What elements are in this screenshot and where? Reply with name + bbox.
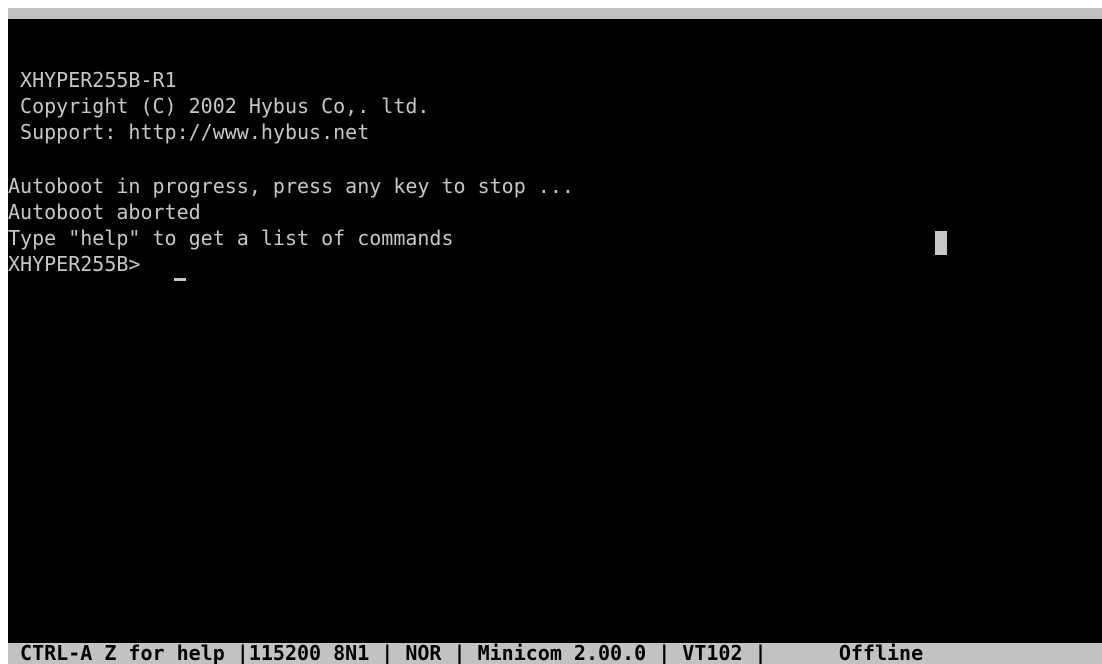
autoboot-aborted-line: Autoboot aborted: [8, 200, 201, 224]
status-bar: CTRL-A Z for help |115200 8N1 | NOR | Mi…: [8, 643, 1102, 664]
command-prompt[interactable]: XHYPER255B>: [8, 251, 153, 277]
block-cursor-icon: [935, 231, 947, 255]
window-top-edge: [8, 8, 1102, 19]
status-bar-text: CTRL-A Z for help |115200 8N1 | NOR | Mi…: [8, 643, 924, 664]
banner-title-line: XHYPER255B-R1: [8, 68, 177, 92]
copyright-line: Copyright (C) 2002 Hybus Co,. ltd.: [8, 94, 430, 118]
terminal-window: XHYPER255B-R1 Copyright (C) 2002 Hybus C…: [0, 0, 1102, 664]
autoboot-progress-line: Autoboot in progress, press any key to s…: [8, 174, 574, 198]
terminal-screen[interactable]: XHYPER255B-R1 Copyright (C) 2002 Hybus C…: [8, 19, 1102, 643]
support-line: Support: http://www.hybus.net: [8, 120, 370, 144]
help-hint-line: Type "help" to get a list of commands: [8, 226, 454, 250]
text-cursor-icon: [174, 278, 186, 281]
